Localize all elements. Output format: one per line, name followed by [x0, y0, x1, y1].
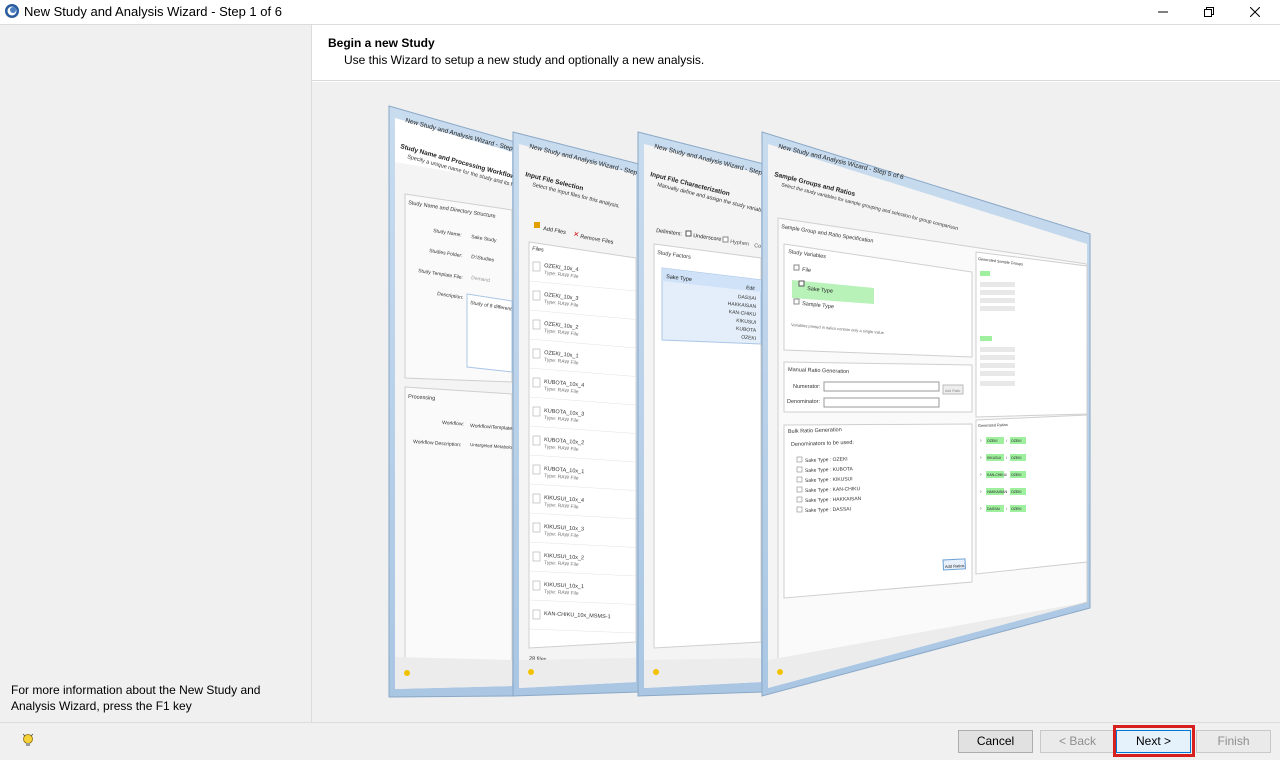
screen4-add-ratios: Add Ratios	[945, 563, 965, 569]
ratio-numerator: KIKUSUI	[987, 456, 1001, 460]
finish-button[interactable]: Finish	[1196, 730, 1271, 753]
wizard-steps-illustration: New Study and Analysis Wizard - Step 2 o…	[388, 105, 1091, 698]
screen3-edit: Edit	[746, 285, 756, 292]
file-icon	[532, 406, 541, 417]
wizard-content: Begin a new Study Use this Wizard to set…	[312, 24, 1280, 723]
file-icon	[532, 609, 541, 620]
screen4-denominator: Denominator:	[787, 399, 820, 405]
file-icon	[532, 464, 541, 475]
page-header: Begin a new Study Use this Wizard to set…	[312, 25, 1280, 81]
file-icon	[532, 522, 541, 533]
ratio-denominator: OZEKI	[1011, 507, 1022, 511]
screen4-denominator-select	[823, 397, 940, 408]
denominator-checkbox	[796, 496, 803, 503]
denominator-checkbox	[796, 466, 803, 473]
denominator-checkbox	[796, 456, 803, 463]
minimize-icon	[1158, 11, 1168, 13]
ratio-numerator: OZEKI	[987, 439, 998, 443]
app-logo-icon	[5, 4, 19, 18]
screen3-hint-icon	[653, 669, 659, 675]
cancel-button[interactable]: Cancel	[958, 730, 1033, 753]
back-button[interactable]: < Back	[1040, 730, 1115, 753]
window-title: New Study and Analysis Wizard - Step 1 o…	[24, 4, 282, 19]
wizard-footer: Cancel < Back Next > Finish	[0, 722, 1280, 760]
ratio-denominator: OZEKI	[1011, 490, 1022, 494]
screen4-saketype-checkbox	[798, 280, 805, 287]
screen4-hint-icon	[777, 669, 783, 675]
page-subtitle: Use this Wizard to setup a new study and…	[344, 53, 705, 67]
restore-button[interactable]	[1186, 0, 1232, 24]
close-icon	[1250, 7, 1260, 17]
ratio-denominator: OZEKI	[1011, 473, 1022, 477]
screen1-hint-icon	[404, 670, 410, 676]
title-bar: New Study and Analysis Wizard - Step 1 o…	[0, 0, 1280, 24]
preview-screen-step5: New Study and Analysis Wizard - Step 5 o…	[761, 131, 1091, 697]
lightbulb-icon	[22, 733, 34, 746]
wizard-preview-image: New Study and Analysis Wizard - Step 2 o…	[312, 82, 1280, 723]
screen3-underscore-checkbox	[685, 230, 692, 237]
denominator-checkbox	[796, 506, 803, 513]
ratio-numerator: KAN-CHIKU	[987, 473, 1007, 477]
denominator-checkbox	[796, 486, 803, 493]
page-title: Begin a new Study	[328, 36, 435, 50]
preview-screen-step4: New Study and Analysis Wizard - Step 4 o…	[637, 131, 781, 697]
screen4-file-checkbox	[793, 264, 800, 271]
screen2-add-files-icon	[534, 222, 540, 228]
screen4-var-file: File	[802, 267, 811, 274]
help-text: For more information about the New Study…	[11, 683, 261, 713]
ratio-numerator: DASSAI	[987, 507, 1000, 511]
ratio-numerator: HAKKAISAN	[987, 490, 1008, 494]
file-icon	[532, 493, 541, 504]
file-icon	[532, 580, 541, 591]
screen2-hint-icon	[528, 669, 534, 675]
screen3-hyphen-checkbox	[722, 236, 729, 243]
file-icon	[532, 377, 541, 388]
screen4-sampletype-checkbox	[793, 298, 800, 305]
screen4-group-tag	[980, 271, 990, 276]
minimize-button[interactable]	[1140, 0, 1186, 24]
file-icon	[532, 435, 541, 446]
screen3-other: Co	[754, 243, 762, 250]
file-icon	[532, 261, 541, 272]
file-icon	[532, 551, 541, 562]
screen4-add-ratio: Add Ratio	[945, 389, 960, 393]
file-icon	[532, 319, 541, 330]
screen4-numerator-select	[823, 381, 940, 392]
screen4-numerator: Numerator:	[793, 384, 821, 390]
ratio-denominator: OZEKI	[1011, 456, 1022, 460]
restore-icon	[1204, 7, 1214, 17]
file-icon	[532, 348, 541, 359]
screen2-remove-icon: ✕	[573, 231, 580, 239]
ratio-denominator: OZEKI	[1011, 439, 1022, 443]
denominator-checkbox	[796, 476, 803, 483]
next-button-highlight	[1113, 725, 1195, 757]
file-icon	[532, 290, 541, 301]
close-button[interactable]	[1232, 0, 1278, 24]
wizard-sidebar: For more information about the New Study…	[0, 24, 312, 722]
preview-screen-step3: New Study and Analysis Wizard - Step 3 o…	[512, 131, 656, 697]
